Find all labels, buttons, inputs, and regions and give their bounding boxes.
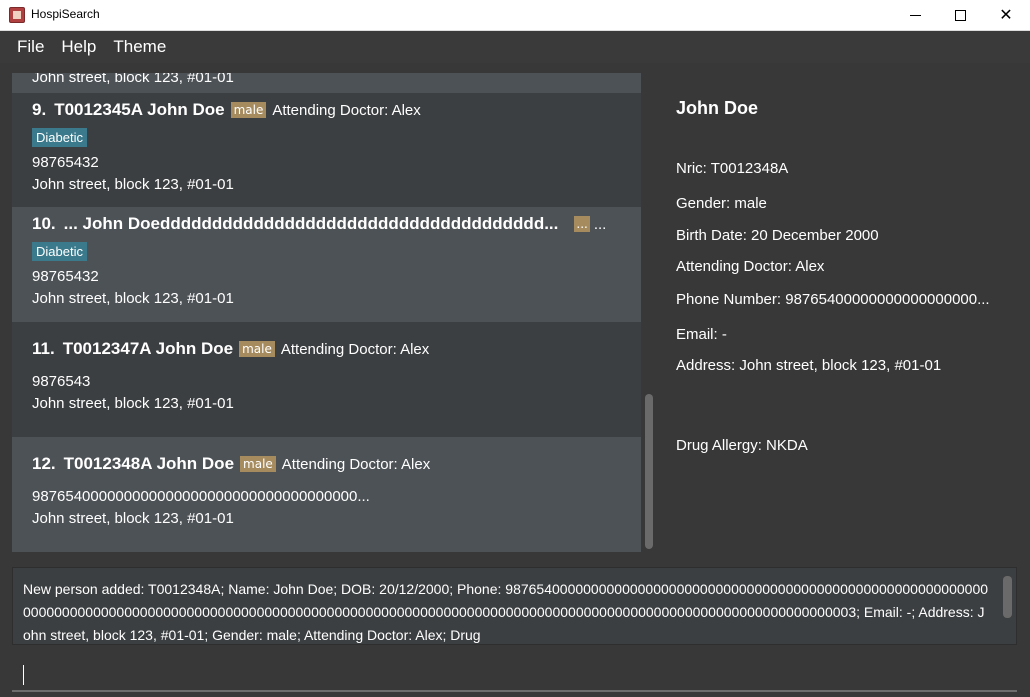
patient-index: 11. [32, 339, 55, 358]
close-icon: ✕ [999, 5, 1013, 24]
patient-header: 12. T0012348A John Doe male Attending Do… [32, 454, 430, 474]
attending-doctor: Attending Doctor: Alex [281, 455, 431, 473]
patient-index: 9. [32, 100, 47, 119]
patient-card-9[interactable]: 9. T0012345A John Doe male Attending Doc… [12, 93, 641, 207]
condition-tag: Diabetic [32, 242, 87, 261]
result-scrollbar[interactable] [1003, 576, 1012, 618]
attending-doctor: ... [593, 215, 607, 233]
close-button[interactable]: ✕ [983, 0, 1029, 30]
minimize-button[interactable] [892, 0, 938, 30]
attending-doctor: Attending Doctor: Alex [280, 340, 430, 358]
patient-address: John street, block 123, #01-01 [32, 176, 234, 193]
app-icon [9, 7, 25, 23]
patient-header: 9. T0012345A John Doe male Attending Doc… [32, 100, 421, 120]
detail-name: John Doe [676, 98, 759, 118]
patient-name: ... John Doedddddddddddddddddddddddddddd… [63, 214, 559, 233]
patient-header: 10. ... John Doedddddddddddddddddddddddd… [32, 214, 632, 234]
detail-gender: Gender: male [676, 195, 767, 212]
gender-badge: male [239, 341, 275, 357]
title-bar: HospiSearch ✕ [0, 0, 1030, 31]
list-scrollbar[interactable] [645, 394, 653, 549]
patient-address: John street, block 123, #01-01 [32, 510, 234, 527]
patient-header: 11. T0012347A John Doe male Attending Do… [32, 339, 429, 359]
result-area: New person added: T0012348A; Name: John … [0, 562, 1030, 651]
patient-address: John street, block 123, #01-01 [32, 290, 234, 307]
result-text: New person added: T0012348A; Name: John … [23, 581, 989, 643]
detail-address: Address: John street, block 123, #01-01 [676, 357, 942, 374]
main-panel: John street, block 123, #01-01 9. T00123… [0, 63, 1030, 562]
gender-badge: ... [574, 216, 590, 232]
gender-badge: male [240, 456, 276, 472]
attending-doctor: Attending Doctor: Alex [272, 101, 421, 119]
patient-card-12[interactable]: 12. T0012348A John Doe male Attending Do… [12, 437, 641, 552]
result-display[interactable]: New person added: T0012348A; Name: John … [12, 567, 1017, 645]
detail-drug-allergy: Drug Allergy: NKDA [676, 437, 808, 454]
patient-name: T0012345A John Doe [54, 100, 225, 119]
menu-theme[interactable]: Theme [113, 37, 166, 57]
patient-address: John street, block 123, #01-01 [32, 73, 234, 86]
patient-card-partial[interactable]: John street, block 123, #01-01 [12, 73, 641, 93]
window-title: HospiSearch [31, 7, 100, 21]
patient-index: 12. [32, 454, 56, 473]
menu-file[interactable]: File [17, 37, 44, 57]
detail-doctor: Attending Doctor: Alex [676, 258, 825, 275]
detail-phone: Phone Number: 98765400000000000000000... [676, 291, 990, 308]
patient-list[interactable]: John street, block 123, #01-01 9. T00123… [12, 73, 641, 552]
maximize-icon [954, 9, 966, 21]
menu-bar: File Help Theme [0, 31, 1030, 63]
patient-address: John street, block 123, #01-01 [32, 395, 234, 412]
detail-email: Email: - [676, 326, 727, 343]
detail-nric: Nric: T0012348A [676, 160, 789, 177]
patient-card-10[interactable]: 10. ... John Doedddddddddddddddddddddddd… [12, 207, 641, 322]
minimize-icon [909, 14, 921, 16]
patient-name: T0012347A John Doe [62, 339, 234, 358]
maximize-button[interactable] [937, 0, 983, 30]
command-box [12, 656, 1017, 692]
gender-badge: male [230, 102, 267, 118]
text-caret [23, 665, 24, 685]
patient-phone: 987654000000000000000000000000000000000.… [32, 488, 370, 505]
command-area [0, 651, 1030, 697]
patient-phone: 9876543 [32, 373, 91, 390]
menu-help[interactable]: Help [61, 37, 96, 57]
command-input[interactable] [20, 660, 1010, 688]
patient-card-11[interactable]: 11. T0012347A John Doe male Attending Do… [12, 322, 641, 437]
condition-tag: Diabetic [32, 128, 87, 147]
patient-phone: 98765432 [32, 268, 99, 285]
patient-name: T0012348A John Doe [63, 454, 235, 473]
patient-phone: 98765432 [32, 154, 99, 171]
detail-birth-date: Birth Date: 20 December 2000 [676, 227, 879, 244]
patient-index: 10. [32, 214, 56, 233]
